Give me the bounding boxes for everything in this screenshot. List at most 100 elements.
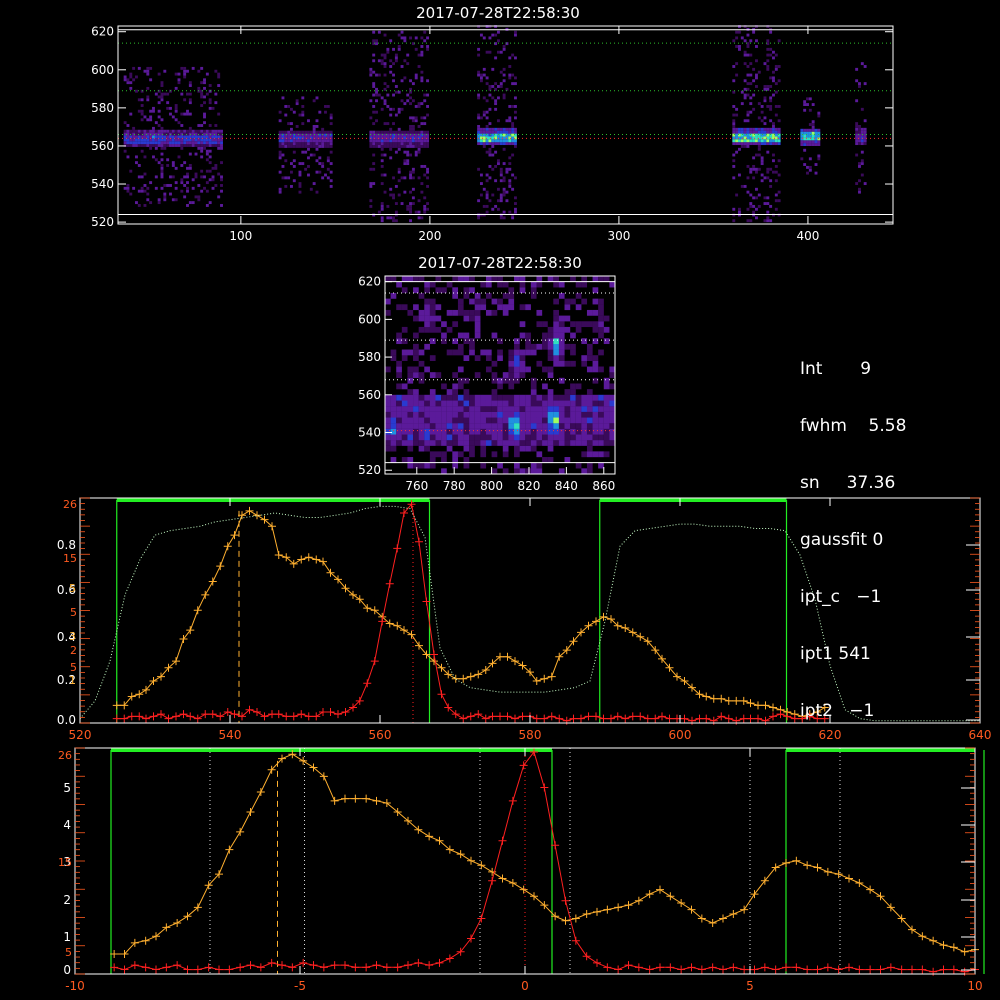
panel2-pixel: [530, 423, 537, 429]
panel3-point: [547, 712, 556, 721]
panel1-pixel: [392, 216, 395, 220]
panel1-pixel: [749, 62, 753, 66]
panel1-pixel: [774, 113, 778, 117]
panel1-pixel: [157, 129, 161, 133]
panel1-pixel: [746, 190, 750, 194]
panel1-pixel: [180, 129, 184, 133]
panel1-pixel: [411, 119, 415, 123]
panel1-pixel: [326, 159, 330, 163]
panel4-point: [908, 965, 916, 974]
panel3-point: [230, 531, 239, 540]
panel1-pixel: [749, 139, 753, 143]
panel1-pixel: [171, 175, 175, 179]
panel1-pixel: [766, 219, 770, 223]
panel4-point: [729, 910, 738, 919]
panel1-pixel: [160, 169, 164, 173]
panel1-pixel: [326, 144, 330, 148]
panel1-pixel: [757, 127, 761, 131]
panel1-pixel: [298, 113, 302, 117]
panel1-pixel: [502, 47, 506, 51]
panel2-pixel: [530, 406, 537, 412]
panel1-pixel: [220, 146, 223, 150]
panel2-pixel: [542, 417, 548, 424]
panel1-pixel: [860, 150, 864, 154]
panel2-pixel: [469, 440, 475, 446]
panel1-pixel: [738, 47, 741, 51]
panel1-pixel: [137, 66, 141, 70]
panel3-point: [193, 606, 202, 615]
panel3-point: [607, 714, 615, 723]
panel1-pixel: [380, 164, 384, 168]
panel2-pixel: [519, 360, 526, 367]
panel2-pixel: [570, 400, 576, 407]
panel1-pixel: [135, 201, 138, 205]
panel1-pixel: [499, 127, 503, 131]
panel4-point: [225, 845, 234, 854]
panel3-point: [562, 716, 571, 725]
panel1-pixel: [406, 144, 410, 148]
panel1-pixel: [383, 56, 387, 60]
panel1-pixel: [169, 112, 172, 116]
panel2-pixel: [396, 406, 402, 412]
panel1-pixel: [137, 164, 141, 167]
panel2-pixel: [396, 417, 402, 424]
panel1-pixel: [278, 144, 282, 148]
panel2-pixel: [581, 417, 588, 424]
panel1-pixel: [137, 109, 141, 113]
panel2-pixel: [542, 343, 548, 350]
panel1-pixel: [157, 95, 161, 99]
panel1-pixel: [423, 164, 427, 168]
panel2-pixel: [429, 281, 436, 288]
panel1-pixel: [220, 189, 223, 193]
panel1-pixel: [423, 139, 427, 143]
panel1-pixel: [858, 190, 861, 194]
panel1-pixel: [772, 125, 775, 128]
panel2-pixel: [480, 349, 487, 356]
panel1-pixel: [160, 95, 164, 99]
panel2-pixel: [474, 298, 481, 305]
panel1-pixel: [132, 186, 136, 190]
panel1-pixel: [769, 184, 773, 188]
panel1-pixel: [482, 144, 486, 148]
panel1-pixel: [772, 170, 775, 174]
panel2-pixel: [407, 428, 414, 435]
panel2-pixel: [530, 417, 537, 424]
panel1-pixel: [863, 82, 867, 86]
panel2-pixel: [457, 332, 464, 339]
panel3-point: [511, 657, 519, 666]
panel1-pixel: [188, 112, 192, 116]
panel2-pixel: [446, 309, 453, 316]
panel1-pixel: [514, 105, 517, 108]
panel1-pixel: [312, 144, 316, 148]
panel2-pixel: [530, 428, 537, 435]
panel1-pixel: [220, 175, 223, 179]
panel2-pixel: [547, 457, 554, 463]
panel2-pixel: [418, 462, 425, 469]
panel1-pixel: [774, 130, 778, 134]
panel2-pixel: [603, 400, 610, 407]
panel1-pixel: [774, 207, 778, 211]
panel1-pixel: [769, 107, 773, 111]
panel4-content: [110, 748, 985, 976]
panel1-pixel: [811, 120, 815, 124]
panel1-pixel: [743, 130, 747, 134]
panel1-pixel: [191, 141, 195, 145]
panel2-pixel: [446, 394, 453, 401]
panel1-pixel: [743, 79, 747, 83]
panel1-pixel: [383, 142, 387, 146]
panel2-pixel: [429, 400, 436, 407]
panel3-point: [223, 542, 232, 551]
panel1-pixel: [508, 139, 512, 143]
panel4-markers-orange: [110, 750, 979, 959]
panel1-pixel: [406, 142, 410, 146]
panel1-pixel: [129, 192, 133, 196]
panel1-pixel: [499, 199, 503, 203]
panel4-point: [236, 827, 245, 836]
panel2-pixel: [508, 411, 515, 418]
panel1-pixel: [312, 139, 316, 143]
panel1-pixel: [126, 81, 130, 85]
panel2-pixel: [463, 377, 470, 384]
panel2-pixel: [609, 423, 616, 429]
panel2-pixel: [547, 343, 554, 350]
panel3-ytick-label-orange: 5: [69, 582, 76, 595]
